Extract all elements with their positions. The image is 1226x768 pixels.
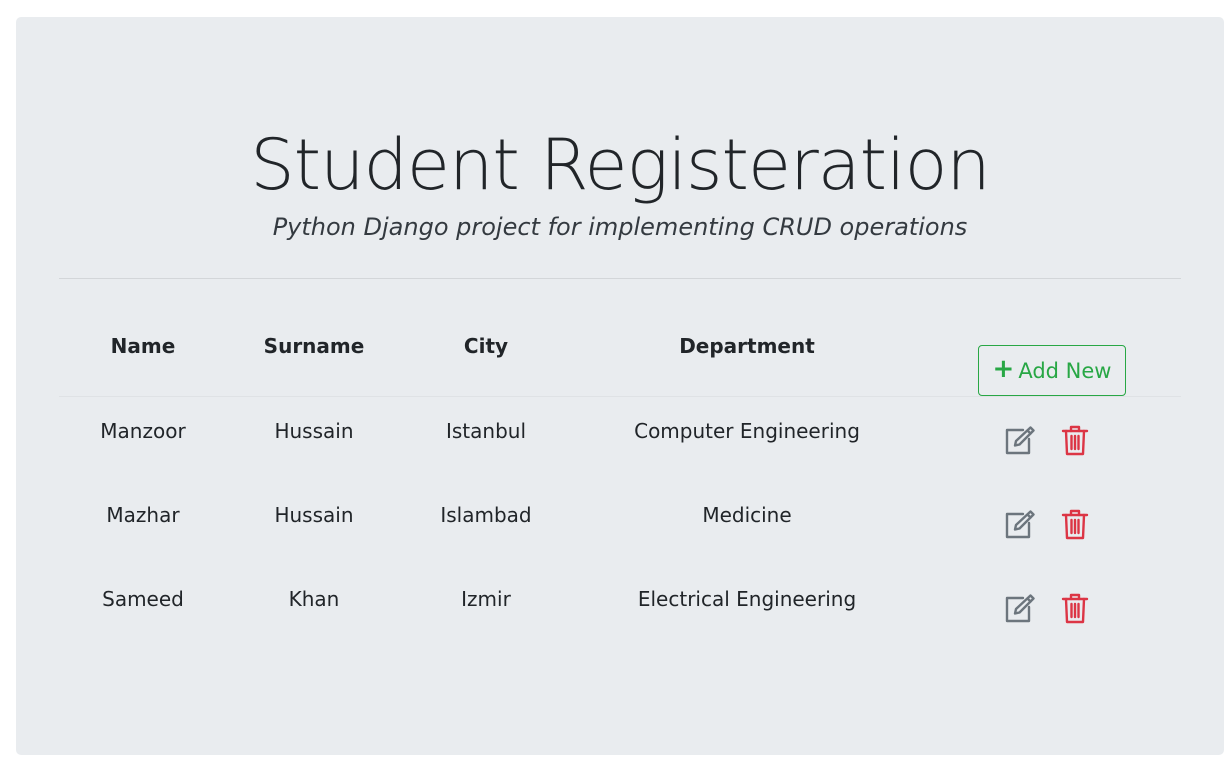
trash-icon[interactable] [1057, 591, 1093, 625]
row-actions [1001, 591, 1093, 625]
cell-actions [923, 481, 1181, 565]
add-new-label: Add New [1018, 358, 1112, 383]
cell-department: Computer Engineering [634, 419, 860, 443]
column-header-surname: Surname [227, 317, 401, 397]
cell-city: Istanbul [445, 419, 527, 443]
cell-actions [923, 565, 1181, 649]
cell-surname: Hussain [274, 419, 354, 443]
page-subtitle: Python Django project for implementing C… [272, 213, 968, 241]
students-table: Name Surname City Department + Add New M… [59, 317, 1181, 649]
divider [59, 278, 1181, 279]
cell-name: Manzoor [100, 419, 186, 443]
column-header-department: Department [571, 317, 923, 397]
row-actions [1001, 507, 1093, 541]
table-row: Sameed Khan Izmir Electrical Engineering [59, 565, 1181, 649]
plus-icon: + [992, 354, 1015, 384]
table-row: Mazhar Hussain Islambad Medicine [59, 481, 1181, 565]
cell-name: Mazhar [106, 503, 180, 527]
add-new-button[interactable]: + Add New [978, 345, 1126, 396]
table-header-row: Name Surname City Department + Add New [59, 317, 1181, 397]
column-header-actions: + Add New [923, 317, 1181, 397]
cell-surname: Khan [288, 587, 340, 611]
column-header-city: City [401, 317, 571, 397]
trash-icon[interactable] [1057, 423, 1093, 457]
trash-icon[interactable] [1057, 507, 1093, 541]
cell-city: Islambad [440, 503, 532, 527]
jumbotron-container: Student Registeration Python Django proj… [16, 17, 1224, 755]
page-title: Student Registeration [250, 124, 991, 206]
row-actions [1001, 423, 1093, 457]
cell-department: Medicine [702, 503, 792, 527]
table-row: Manzoor Hussain Istanbul Computer Engine… [59, 397, 1181, 482]
column-header-name: Name [59, 317, 227, 397]
cell-actions [923, 397, 1181, 482]
cell-city: Izmir [461, 587, 511, 611]
cell-department: Electrical Engineering [637, 587, 857, 611]
cell-surname: Hussain [274, 503, 354, 527]
cell-name: Sameed [102, 587, 184, 611]
edit-icon[interactable] [1001, 423, 1037, 457]
edit-icon[interactable] [1001, 507, 1037, 541]
edit-icon[interactable] [1001, 591, 1037, 625]
